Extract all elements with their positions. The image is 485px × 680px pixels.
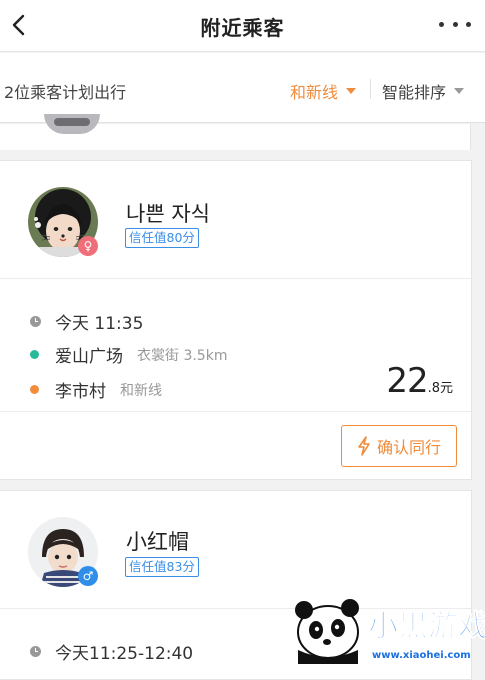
trip-time: 今天11:25-12:40 [55,644,194,664]
caret-down-icon [346,88,357,94]
destination-name: 李市村 [55,382,106,402]
passenger-card[interactable]: ♀ 나쁜 자식 信任值80分 今天 11:35 爱山广场 衣裳街 3.5km 李… [0,160,472,480]
confirm-ride-button[interactable]: 确认同行 [341,425,457,467]
trust-score-badge: 信任值83分 [125,557,199,577]
watermark-logo: 小黑游戏 www.xiaohei.com [292,592,485,664]
destination-dot-icon [30,385,39,394]
divider [0,278,471,279]
trust-score-badge: 信任值80分 [125,228,199,248]
clock-icon [30,316,41,327]
route-filter-dropdown[interactable]: 和新线 [290,79,357,103]
origin-name: 爱山广场 [55,347,123,367]
destination-row: 李市村 和新线 [30,377,162,402]
trip-time: 今天 11:35 [55,314,144,334]
filter-bar: 2位乘客计划出行 和新线 智能排序 [0,53,485,123]
trip-time-row: 今天11:25-12:40 [30,639,193,664]
nav-bar: 附近乘客 [0,0,485,52]
price: 22.8元 [386,361,453,401]
price-decimal: .8元 [427,381,453,396]
caret-down-icon [454,88,465,94]
previous-card-peek [0,114,471,150]
lightning-icon [358,436,370,456]
origin-dot-icon [30,350,39,359]
passenger-name: 나쁜 자식 [126,202,210,226]
price-integer: 22 [386,361,428,401]
page-title: 附近乘客 [200,16,285,40]
watermark-url: www.xiaohei.com [372,650,471,661]
clock-icon [30,646,41,657]
passenger-name: 小红帽 [126,530,189,554]
avatar [44,114,100,134]
trip-time-row: 今天 11:35 [30,309,143,334]
sort-dropdown[interactable]: 智能排序 [382,79,465,103]
destination-detail: 和新线 [120,382,162,399]
passenger-count-text: 2位乘客计划出行 [4,83,127,102]
sort-label: 智能排序 [382,83,447,102]
confirm-ride-label: 确认同行 [376,438,441,457]
panda-logo-icon: 小黑游戏 www.xiaohei.com [295,599,485,664]
origin-detail: 衣裳街 3.5km [137,347,228,364]
male-gender-icon: ♂ [78,566,98,586]
filter-separator [370,79,371,99]
more-dots-icon [439,21,444,27]
more-button[interactable] [439,14,471,34]
route-filter-label: 和新线 [290,83,339,102]
origin-row: 爱山广场 衣裳街 3.5km [30,342,227,367]
female-gender-icon: ♀ [78,236,98,256]
divider [0,411,471,412]
watermark-text: 小黑游戏 [368,609,485,644]
